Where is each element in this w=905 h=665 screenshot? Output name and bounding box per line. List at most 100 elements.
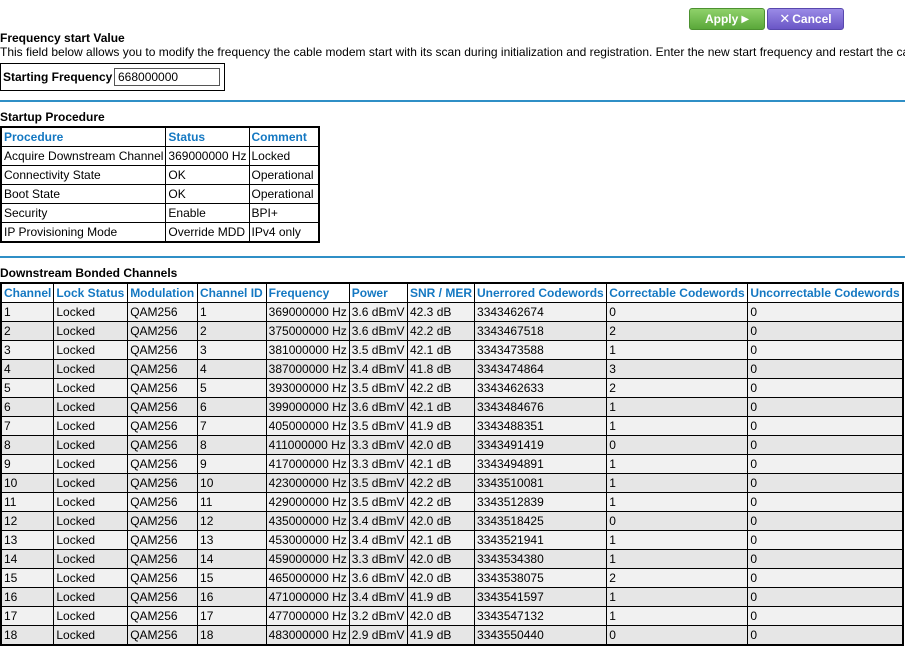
table-cell: 0: [747, 378, 904, 398]
column-header: Unerrored Codewords: [474, 282, 608, 303]
table-row: 10 Locked QAM256 10 423000000 Hz 3.5 dBmV 42.2…: [0, 473, 904, 493]
table-cell: 17: [197, 606, 267, 626]
table-cell: 2: [606, 378, 749, 398]
table-cell: 3.3 dBmV: [348, 549, 409, 569]
table-cell: Enable: [165, 203, 250, 223]
table-cell: 0: [747, 530, 904, 550]
table-row: 1 Locked QAM256 1 369000000 Hz 3.6 dBmV 42.3 d…: [0, 302, 904, 322]
table-cell: 13: [0, 530, 55, 550]
downstream-channels-table: Channel Lock Status Modulation Channel ID Fr…: [0, 282, 904, 646]
table-cell: QAM256: [127, 568, 199, 588]
table-cell: 41.8 dB: [406, 359, 476, 379]
table-cell: 3.6 dBmV: [348, 397, 409, 417]
column-header: Channel ID: [197, 282, 267, 303]
table-cell: Locked: [53, 606, 129, 626]
table-cell: Locked: [53, 587, 129, 607]
table-cell: Locked: [53, 492, 129, 512]
table-cell: Locked: [53, 530, 129, 550]
table-cell: 17: [0, 606, 55, 626]
table-cell: Locked: [53, 473, 129, 493]
table-cell: 3.4 dBmV: [348, 587, 409, 607]
table-cell: 9: [197, 454, 267, 474]
table-cell: 369000000 Hz: [265, 302, 350, 322]
table-cell: 6: [197, 397, 267, 417]
table-cell: 1: [606, 530, 749, 550]
table-row: 16 Locked QAM256 16 471000000 Hz 3.4 dBmV 41.9…: [0, 587, 904, 607]
table-cell: 2: [197, 321, 267, 341]
table-cell: 3343547132: [474, 606, 608, 626]
table-cell: Operational: [248, 184, 319, 204]
table-cell: 0: [747, 606, 904, 626]
table-cell: 0: [747, 359, 904, 379]
table-cell: 2: [606, 568, 749, 588]
table-cell: 3343474864: [474, 359, 608, 379]
table-row: 8 Locked QAM256 8 411000000 Hz 3.3 dBmV 42.0 d…: [0, 435, 904, 455]
column-header: Procedure: [0, 126, 167, 147]
table-cell: Connectivity State: [0, 165, 167, 185]
table-cell: 435000000 Hz: [265, 511, 350, 531]
column-header: Uncorrectable Codewords: [747, 282, 904, 303]
table-cell: 1: [606, 549, 749, 569]
table-cell: 405000000 Hz: [265, 416, 350, 436]
table-cell: 0: [747, 435, 904, 455]
table-row: 15 Locked QAM256 15 465000000 Hz 3.6 dBmV 42.0…: [0, 568, 904, 588]
table-cell: 18: [0, 625, 55, 646]
table-cell: 12: [197, 511, 267, 531]
table-row: Security Enable BPI+: [0, 203, 319, 223]
table-cell: 3343550440: [474, 625, 608, 646]
starting-frequency-input[interactable]: [114, 68, 220, 86]
table-cell: Locked: [53, 340, 129, 360]
table-cell: 3: [606, 359, 749, 379]
table-cell: 18: [197, 625, 267, 646]
table-cell: 3.3 dBmV: [348, 435, 409, 455]
downstream-section-title: Downstream Bonded Channels: [0, 266, 178, 280]
table-cell: BPI+: [248, 203, 319, 223]
table-row: 11 Locked QAM256 11 429000000 Hz 3.5 dBmV 42.2…: [0, 492, 904, 512]
table-cell: 3.6 dBmV: [348, 302, 409, 322]
table-cell: 1: [606, 416, 749, 436]
table-cell: 3.5 dBmV: [348, 378, 409, 398]
table-cell: 3343494891: [474, 454, 608, 474]
table-cell: 8: [0, 435, 55, 455]
table-cell: 0: [747, 340, 904, 360]
table-cell: 15: [197, 568, 267, 588]
section-divider: [0, 256, 905, 258]
table-cell: QAM256: [127, 340, 199, 360]
table-cell: 41.9 dB: [406, 416, 476, 436]
apply-button[interactable]: Apply ▶: [689, 8, 765, 30]
table-cell: 42.0 dB: [406, 511, 476, 531]
table-cell: 2: [606, 321, 749, 341]
table-cell: 3.5 dBmV: [348, 492, 409, 512]
table-row: Boot State OK Operational: [0, 184, 319, 204]
table-row: Acquire Downstream Channel 369000000 Hz Lo…: [0, 146, 319, 166]
table-row: 14 Locked QAM256 14 459000000 Hz 3.3 dBmV 42.0…: [0, 549, 904, 569]
table-cell: 0: [606, 511, 749, 531]
table-cell: 14: [197, 549, 267, 569]
table-cell: 3.2 dBmV: [348, 606, 409, 626]
starting-frequency-box: Starting Frequency: [0, 63, 225, 91]
table-cell: QAM256: [127, 302, 199, 322]
table-cell: QAM256: [127, 492, 199, 512]
table-row: 17 Locked QAM256 17 477000000 Hz 3.2 dBmV 42.0…: [0, 606, 904, 626]
table-cell: 0: [747, 549, 904, 569]
table-cell: Security: [0, 203, 167, 223]
table-cell: 0: [747, 625, 904, 646]
table-cell: 42.0 dB: [406, 435, 476, 455]
table-cell: 0: [747, 454, 904, 474]
column-header: Power: [348, 282, 409, 303]
table-cell: OK: [165, 184, 250, 204]
table-cell: Locked: [53, 568, 129, 588]
table-cell: 1: [0, 302, 55, 322]
table-cell: 3.6 dBmV: [348, 321, 409, 341]
table-cell: 3343518425: [474, 511, 608, 531]
table-row: 7 Locked QAM256 7 405000000 Hz 3.5 dBmV 41.9 d…: [0, 416, 904, 436]
column-header: SNR / MER: [406, 282, 476, 303]
table-cell: 369000000 Hz: [165, 146, 250, 166]
cancel-button[interactable]: ✕ Cancel: [767, 8, 844, 30]
frequency-description: This field below allows you to modify th…: [0, 45, 905, 59]
table-cell: 3343512839: [474, 492, 608, 512]
table-cell: 0: [747, 416, 904, 436]
startup-procedure-table: Procedure Status Comment Acquire Downstrea…: [0, 126, 320, 243]
table-cell: 411000000 Hz: [265, 435, 350, 455]
table-cell: 0: [606, 435, 749, 455]
